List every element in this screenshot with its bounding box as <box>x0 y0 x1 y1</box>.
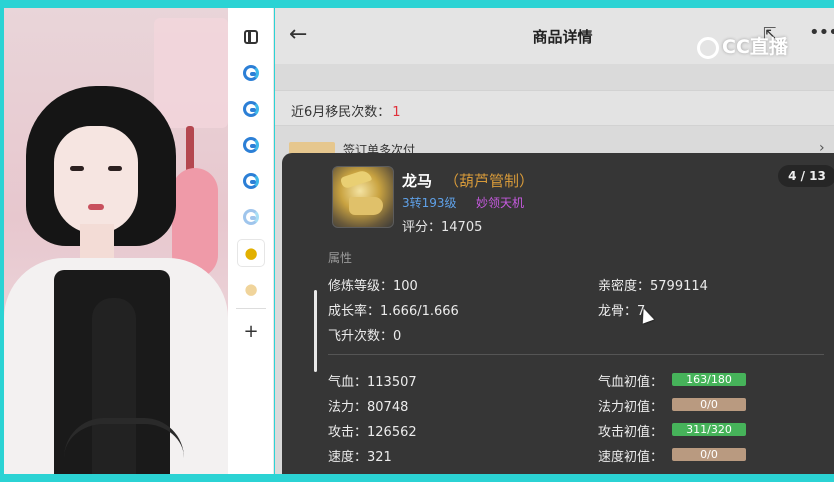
ascend-count: 飞升次数：0 <box>328 329 402 344</box>
edge-icon <box>243 65 259 81</box>
cc-live-watermark: CC直播 <box>697 32 788 59</box>
streamer-eye-right <box>108 166 122 171</box>
sidebar-divider <box>236 308 266 309</box>
sidebar-tab-5[interactable] <box>238 204 264 230</box>
edge-icon <box>243 209 259 225</box>
pet-name: 龙马 <box>402 172 433 190</box>
pet-level: 3转193级 <box>402 196 457 210</box>
app-icon: ● <box>244 244 258 262</box>
webcam-feed <box>4 8 228 474</box>
edge-icon <box>243 137 259 153</box>
stat-speed: 速度：321 <box>328 450 392 465</box>
migration-label-text: 近6月移民次数： <box>291 105 391 120</box>
stat-mp: 法力：80748 <box>328 400 409 415</box>
cc-logo-icon <box>697 36 719 59</box>
edge-icon <box>243 101 259 117</box>
stat-hp-init-bar: 163/180 <box>672 373 746 386</box>
section-divider <box>328 354 824 355</box>
watermark-text: CC直播 <box>722 36 788 58</box>
pager[interactable]: 4 / 13 <box>778 165 834 187</box>
pet-avatar <box>332 166 394 228</box>
stat-hp-init-label: 气血初值： <box>598 375 664 390</box>
streamer-lips <box>88 204 104 210</box>
scroll-indicator[interactable] <box>314 290 317 372</box>
edge-icon <box>243 173 259 189</box>
sidebar-tab-1[interactable] <box>238 60 264 86</box>
migration-value: 1 <box>392 105 401 120</box>
stat-attack-init-bar: 311/320 <box>672 423 746 436</box>
pet-score: 评分：14705 <box>402 216 482 235</box>
app-icon: ● <box>244 280 258 298</box>
wall-decoration <box>154 18 228 128</box>
streamer-eye-left <box>70 166 84 171</box>
pet-score-label: 评分： <box>402 220 442 235</box>
sidebar-tab-6[interactable]: ● <box>238 240 264 266</box>
browser-sidebar: ● ● + <box>228 8 274 474</box>
add-icon: + <box>243 320 259 342</box>
stat-speed-init-bar: 0/0 <box>672 448 746 461</box>
dragon-jaw <box>349 197 383 215</box>
pet-guard-status: （葫芦管制） <box>444 172 535 190</box>
new-tab-button[interactable]: + <box>238 318 264 344</box>
growth-rate: 成长率：1.666/1.666 <box>328 304 459 319</box>
stat-attack: 攻击：126562 <box>328 425 417 440</box>
more-icon[interactable]: ••• <box>809 22 834 43</box>
sidebar-tab-3[interactable] <box>238 132 264 158</box>
mic-stand <box>64 418 184 458</box>
attributes-section-title: 属性 <box>328 251 353 265</box>
sidebar-tab-7[interactable]: ● <box>238 276 264 302</box>
dragon-horn <box>339 168 373 190</box>
sidebar-tab-2[interactable] <box>238 96 264 122</box>
intimacy: 亲密度：5799114 <box>598 279 708 294</box>
migration-label: 近6月移民次数： 1 <box>291 101 401 120</box>
streamer-face <box>54 126 138 234</box>
pet-score-value: 14705 <box>441 220 483 235</box>
tab-actions-button[interactable] <box>238 24 264 50</box>
stat-hp: 气血：113507 <box>328 375 417 390</box>
cultivation-level: 修炼等级：100 <box>328 279 418 294</box>
stream-frame: ● ● + ← 商品详情 ⇱ ••• CC直播 近6月移民次数：1 签订单多次付… <box>0 0 834 482</box>
sidebar-tab-4[interactable] <box>238 168 264 194</box>
migration-count-row: 近6月移民次数： 1 <box>275 90 834 126</box>
stat-attack-init-label: 攻击初值： <box>598 425 664 440</box>
tabs-icon <box>244 30 258 44</box>
stat-mp-init-label: 法力初值： <box>598 400 664 415</box>
stat-mp-init-bar: 0/0 <box>672 398 746 411</box>
stat-speed-init-label: 速度初值： <box>598 450 664 465</box>
pet-skill: 妙领天机 <box>476 196 525 210</box>
pet-detail-panel: 龙马 （葫芦管制） 3转193级 妙领天机 评分：14705 4 / 13 属性… <box>282 153 834 474</box>
